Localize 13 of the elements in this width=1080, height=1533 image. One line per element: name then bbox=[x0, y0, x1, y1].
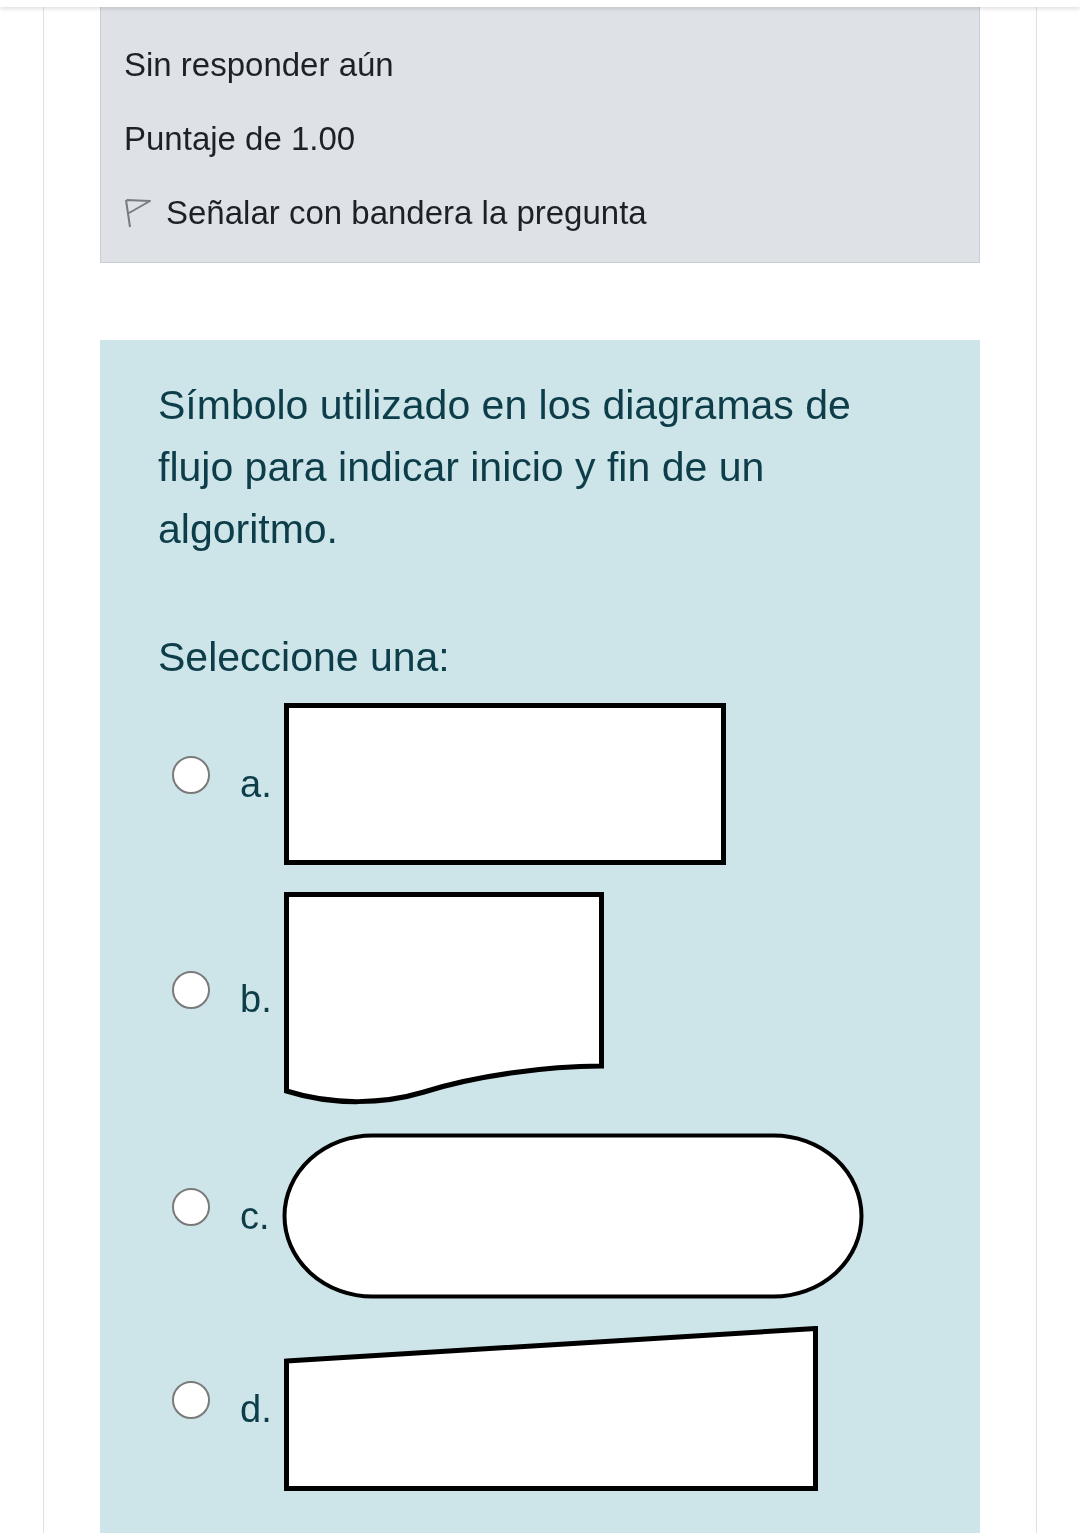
option-letter: b. bbox=[240, 977, 272, 1021]
grade-text: Puntaje de 1.00 bbox=[124, 119, 356, 159]
option-letter: a. bbox=[240, 762, 272, 806]
option-letter: c. bbox=[240, 1194, 270, 1238]
radio-button[interactable] bbox=[172, 1188, 210, 1226]
flag-question-button[interactable]: Señalar con bandera la pregunta bbox=[124, 191, 647, 235]
question-text: Símbolo utilizado en los diagramas de flujo para indicar inicio y fin de un algoritmo. bbox=[158, 381, 852, 554]
select-prompt: Seleccione una: bbox=[158, 633, 450, 682]
status-text: Sin responder aún bbox=[124, 45, 394, 85]
radio-button[interactable] bbox=[172, 971, 210, 1009]
radio-button[interactable] bbox=[172, 756, 210, 794]
radio-button[interactable] bbox=[172, 1380, 210, 1419]
option-letter: d. bbox=[240, 1386, 272, 1431]
